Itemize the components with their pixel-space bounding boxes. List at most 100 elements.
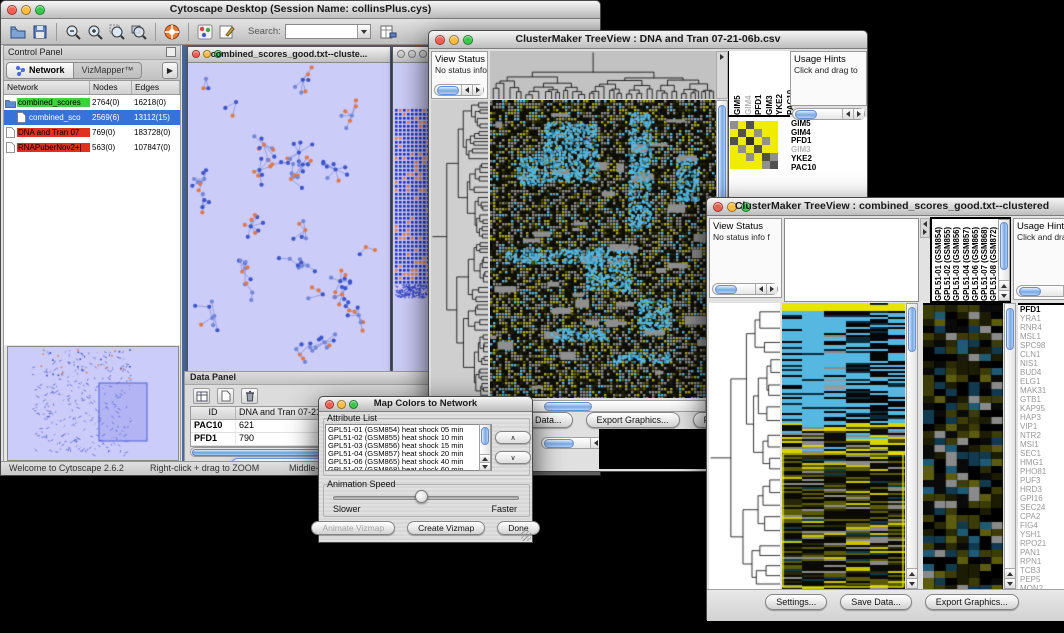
row-dendrogram[interactable] bbox=[431, 100, 488, 398]
zoom-heatmap[interactable] bbox=[923, 303, 1003, 591]
network-tree: combined_scores2764(0)16218(0)combined_s… bbox=[4, 95, 180, 345]
zoom-out-icon[interactable] bbox=[62, 21, 84, 43]
column-network[interactable]: Network bbox=[4, 81, 90, 94]
search-input[interactable] bbox=[285, 24, 371, 39]
matrix-cell bbox=[730, 137, 738, 145]
usage-hints-scrollbar[interactable] bbox=[1016, 285, 1064, 297]
new-attribute-icon[interactable] bbox=[217, 388, 234, 404]
window-title: Cytoscape Desktop (Session Name: collins… bbox=[1, 3, 600, 15]
button-export-graphics-[interactable]: Export Graphics... bbox=[925, 594, 1019, 610]
dendrogram-splitter[interactable] bbox=[716, 51, 728, 99]
dialog-titlebar[interactable]: Map Colors to Network bbox=[319, 397, 532, 412]
slider-thumb[interactable] bbox=[415, 490, 428, 503]
network-nodes-count: 563(0) bbox=[90, 143, 132, 152]
heatmap-vscrollbar[interactable] bbox=[906, 303, 918, 589]
zoom-selected-icon[interactable] bbox=[106, 21, 128, 43]
treeview-titlebar[interactable]: ClusterMaker TreeView : combined_scores_… bbox=[707, 198, 1064, 216]
doc-icon bbox=[15, 112, 28, 123]
doc-icon bbox=[4, 127, 17, 138]
open-icon[interactable] bbox=[7, 21, 29, 43]
zoom-in-icon[interactable] bbox=[84, 21, 106, 43]
attribute-list[interactable]: GPL51-01 (GSM854) heat shock 05 minGPL51… bbox=[325, 424, 492, 471]
gene-label: MAK31 bbox=[1020, 386, 1064, 395]
matrix-cell bbox=[738, 121, 746, 129]
zoom-button[interactable] bbox=[419, 50, 427, 58]
move-up-button[interactable]: ∧ bbox=[495, 431, 531, 444]
view-status-scrollbar[interactable] bbox=[712, 283, 778, 295]
network-canvas-2[interactable] bbox=[393, 63, 432, 375]
vizmapper-icon[interactable] bbox=[194, 21, 216, 43]
column-dendrogram-area[interactable] bbox=[784, 218, 919, 302]
network-name: DNA and Tran 07 bbox=[17, 128, 90, 137]
id-column-header[interactable]: ID bbox=[191, 407, 236, 419]
button-animate-vizmap: Animate Vizmap bbox=[311, 521, 395, 535]
column-label: GPL51-03 (GSM856) bbox=[952, 219, 961, 301]
column-edges[interactable]: Edges bbox=[132, 81, 180, 94]
button-done[interactable]: Done bbox=[497, 521, 539, 535]
gene-label: SEC1 bbox=[1020, 449, 1064, 458]
gene-label: RPO21 bbox=[1020, 539, 1064, 548]
network-tree-row[interactable]: combined_scores2764(0)16218(0) bbox=[4, 95, 180, 110]
column-labels-scrollbar[interactable] bbox=[998, 219, 1010, 301]
select-attributes-icon[interactable] bbox=[193, 388, 210, 404]
dendrogram-splitter[interactable] bbox=[920, 218, 930, 238]
button-export-graphics-[interactable]: Export Graphics... bbox=[586, 412, 680, 428]
column-dendrogram[interactable] bbox=[490, 51, 716, 99]
gene-label: SPC98 bbox=[1020, 341, 1064, 350]
zoom-vscrollbar[interactable] bbox=[1004, 303, 1016, 589]
import-icon[interactable] bbox=[377, 21, 399, 43]
tab-vizmapper[interactable]: VizMapper™ bbox=[74, 62, 143, 79]
move-down-button[interactable]: ∨ bbox=[495, 451, 531, 464]
network-tree-row[interactable]: RNAPuberNov2+|563(0)107847(0) bbox=[4, 140, 180, 155]
search-label: Search: bbox=[248, 26, 281, 37]
heatmap[interactable] bbox=[782, 303, 905, 589]
tab-network[interactable]: Network bbox=[6, 62, 74, 79]
row-dendrogram[interactable] bbox=[709, 303, 780, 589]
network-view-window[interactable]: combined_scores_good.txt--cluste... bbox=[187, 46, 391, 372]
matrix-cell bbox=[762, 129, 770, 137]
usage-hints-panel: Usage Hints Click and drag to bbox=[1013, 218, 1064, 300]
attribute-item[interactable]: GPL51-07 (GSM868) heat shock 60 min bbox=[328, 466, 491, 471]
close-button[interactable] bbox=[397, 50, 405, 58]
network-tree-row[interactable]: DNA and Tran 07769(0)183728(0) bbox=[4, 125, 180, 140]
attribute-list-label: Attribute List bbox=[327, 413, 377, 423]
column-label: GIM3 bbox=[765, 51, 775, 115]
cytoscape-titlebar[interactable]: Cytoscape Desktop (Session Name: collins… bbox=[1, 1, 600, 19]
network-canvas[interactable] bbox=[188, 63, 390, 371]
resize-grip[interactable] bbox=[521, 531, 531, 541]
view-status-text: No status info f bbox=[710, 232, 781, 242]
heatmap[interactable] bbox=[490, 100, 716, 398]
treeview-titlebar[interactable]: ClusterMaker TreeView : DNA and Tran 07-… bbox=[429, 31, 867, 49]
similarity-matrix[interactable] bbox=[730, 121, 778, 169]
delete-attribute-icon[interactable] bbox=[241, 388, 258, 404]
network-window-titlebar[interactable]: combined_scores_good.txt--cluste... bbox=[188, 47, 390, 63]
search-dropdown-icon[interactable] bbox=[357, 25, 370, 38]
attribute-list-scrollbar[interactable] bbox=[479, 424, 491, 471]
column-label: YKE2 bbox=[775, 51, 785, 115]
view-status-text: No status info f bbox=[432, 65, 487, 75]
gene-label: GTB1 bbox=[1020, 395, 1064, 404]
network-view-window-2[interactable] bbox=[392, 46, 433, 376]
view-status-panel: View Status No status info f bbox=[709, 218, 782, 298]
gene-label: FIG4 bbox=[1020, 521, 1064, 530]
save-icon[interactable] bbox=[29, 21, 51, 43]
button-save-data-[interactable]: Save Data... bbox=[840, 594, 912, 610]
gene-label: ELG1 bbox=[1020, 377, 1064, 386]
button-settings-[interactable]: Settings... bbox=[765, 594, 827, 610]
column-nodes[interactable]: Nodes bbox=[90, 81, 132, 94]
button-create-vizmap[interactable]: Create Vizmap bbox=[407, 521, 485, 535]
doc-icon bbox=[4, 142, 17, 153]
tab-overflow-button[interactable]: ▶ bbox=[162, 62, 178, 79]
column-label: GPL51-04 (GSM857) bbox=[962, 219, 971, 301]
help-icon[interactable] bbox=[161, 21, 183, 43]
matrix-cell bbox=[746, 153, 754, 161]
view-status-scrollbar[interactable] bbox=[434, 84, 484, 96]
minimize-button[interactable] bbox=[408, 50, 416, 58]
zoom-fit-icon[interactable] bbox=[128, 21, 150, 43]
usage-hints-panel: Usage Hints Click and drag to bbox=[790, 51, 867, 106]
treeview-buttons: Settings... Save Data... Export Graphics..… bbox=[707, 594, 1064, 610]
annotation-icon[interactable] bbox=[216, 21, 238, 43]
float-panel-icon[interactable] bbox=[166, 47, 176, 57]
network-tree-row[interactable]: combined_sco2569(6)13112(15) bbox=[4, 110, 180, 125]
birdseye-view[interactable] bbox=[7, 346, 179, 461]
